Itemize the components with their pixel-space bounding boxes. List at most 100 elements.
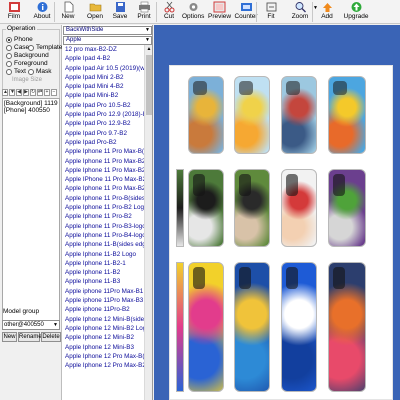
model-list-item[interactable]: Apple iphone 11Pro Max-B1: [63, 287, 144, 296]
toolbar-cut-button[interactable]: Cut: [160, 1, 178, 23]
radio-case[interactable]: Case: [6, 44, 29, 51]
image-size-button[interactable]: Image Size: [12, 77, 42, 83]
model-list-item[interactable]: Apple Iphone 12 Pro Max-B2 Logo: [63, 361, 144, 370]
model-list-item[interactable]: 12 pro max-B2-DZ: [63, 45, 144, 54]
print-sheet[interactable]: [169, 65, 393, 400]
chevron-down-icon: ▼: [53, 322, 58, 328]
model-list[interactable]: 12 pro max-B2-DZ Apple Ipad 4-B2 Apple Ipa…: [63, 45, 144, 400]
photo-skin-sunflower-girl[interactable]: [188, 76, 224, 154]
photo-skin-baby-santa[interactable]: [281, 169, 317, 247]
model-list-item[interactable]: Apple Iphone 11 Pro-B2 Logo: [63, 203, 144, 212]
scroll-up-icon[interactable]: ▲: [145, 45, 153, 53]
zoom-in-icon[interactable]: +: [44, 89, 50, 96]
photo-skin-girl-dog[interactable]: [234, 169, 270, 247]
model-list-item[interactable]: Apple Ipad Pro-B2: [63, 138, 144, 147]
model-list-item[interactable]: Apple Iphone 12 Mini-B3: [63, 343, 144, 352]
toolbar-film-button[interactable]: Film: [2, 1, 26, 23]
model-list-item[interactable]: Apple Iphone 11 Pro Max-B(sides: [63, 147, 144, 156]
skin-type-combo[interactable]: BackWithSide ▼: [63, 26, 152, 35]
delete-button[interactable]: Delete: [41, 332, 61, 342]
model-list-item[interactable]: Apple Ipad Pro 10.5-B2: [63, 101, 144, 110]
photo-skin-logo-blue[interactable]: [281, 262, 317, 392]
model-list-item[interactable]: Apple Ipad Mini 4-B2: [63, 82, 144, 91]
model-list-item[interactable]: Apple iphone 11Pro-B2: [63, 305, 144, 314]
toolbar-new-button[interactable]: New: [58, 1, 78, 23]
radio-mask[interactable]: Mask: [28, 68, 52, 75]
photo-skin-floral[interactable]: [328, 262, 366, 392]
rotate-icon[interactable]: ↻: [30, 89, 36, 96]
photo-skin-yellow-cartoon[interactable]: [328, 76, 366, 154]
model-list-item[interactable]: Apple Iphone 11-B3: [63, 277, 144, 286]
model-list-item[interactable]: Apple Iphone 12 Mini-B(sides edg: [63, 315, 144, 324]
layer-item[interactable]: [Phone] 400550: [4, 107, 58, 114]
model-group-select[interactable]: other@400550 ▼: [2, 320, 60, 330]
zoom-out-icon[interactable]: −: [51, 89, 57, 96]
arrow-left-icon[interactable]: ◀: [16, 89, 22, 96]
arrow-up-icon[interactable]: ▲: [2, 89, 8, 96]
design-canvas[interactable]: [154, 25, 400, 400]
camera-cutout-icon: [193, 174, 205, 196]
photo-skin-dog-side[interactable]: [188, 169, 224, 247]
photo-skin-blue-marble[interactable]: [234, 262, 270, 392]
model-list-item[interactable]: Apple Ipad 4-B2: [63, 54, 144, 63]
toolbar-counter-button[interactable]: Counter: [234, 1, 258, 23]
model-list-item[interactable]: Apple Ipad Air 10.5 (2019)(wifi): [63, 64, 144, 73]
side-edge-strip[interactable]: [176, 262, 184, 392]
arrow-right-icon[interactable]: ▶: [23, 89, 29, 96]
model-list-item[interactable]: Apple Ipad Pro 9.7-B2: [63, 129, 144, 138]
model-list-item[interactable]: Apple Ipad Mini-B2: [63, 91, 144, 100]
model-list-item[interactable]: Apple Iphone 12 Mini-B2: [63, 333, 144, 342]
radio-foreground[interactable]: Foreground: [6, 60, 48, 67]
model-list-item[interactable]: Apple Iphone 12 Pro Max-B(sides: [63, 352, 144, 361]
radio-text[interactable]: Text: [6, 68, 26, 75]
model-list-item[interactable]: Apple Iphone 11 Pro-B3-logo: [63, 222, 144, 231]
layer-item[interactable]: [Background] 1119: [4, 100, 58, 107]
model-list-item[interactable]: Apple Ipad Pro 12.9 (2018)-B2: [63, 110, 144, 119]
toolbar-add-button[interactable]: Add: [318, 1, 336, 23]
photo-skin-yellow-dress-girl[interactable]: [234, 76, 270, 154]
rename-button[interactable]: Rename: [18, 332, 42, 342]
model-list-item[interactable]: Apple Iphone 11 Pro-B2: [63, 212, 144, 221]
model-list-item[interactable]: Apple Iphone 11-B2: [63, 268, 144, 277]
photo-skin-family[interactable]: [281, 76, 317, 154]
toolbar-preview-button[interactable]: Preview: [208, 1, 231, 23]
toolbar-options-button[interactable]: Options: [182, 1, 204, 23]
new-button[interactable]: New: [2, 332, 17, 342]
toolbar-print-button[interactable]: Print: [134, 1, 154, 23]
toolbar-zoom-button[interactable]: Zoom ▼: [288, 1, 318, 23]
photo-skin-joker[interactable]: [328, 169, 366, 247]
radio-background[interactable]: Background: [6, 52, 49, 59]
model-list-scrollbar[interactable]: ▲: [144, 45, 152, 400]
model-list-item[interactable]: Apple Iphone 11-B2 Logo: [63, 250, 144, 259]
radio-template[interactable]: Template: [28, 44, 62, 51]
flip-icon[interactable]: ⇄: [37, 89, 43, 96]
toolbar-upgrade-button[interactable]: Upgrade: [342, 1, 370, 23]
chevron-down-icon: ▼: [145, 37, 150, 43]
model-list-item[interactable]: Apple Iphone 11 Pro Max-B2 Logo: [63, 166, 144, 175]
radio-phone[interactable]: Phone: [6, 36, 33, 43]
arrow-down-icon[interactable]: ▼: [9, 89, 15, 96]
brand-combo[interactable]: Apple ▼: [63, 36, 152, 45]
model-list-item[interactable]: Apple Iphone 11 Pro Max-B2: [63, 184, 144, 193]
model-list-item[interactable]: Apple Iphone 11-B2-1: [63, 259, 144, 268]
toolbar-open-button[interactable]: Open: [84, 1, 106, 23]
radio-indicator: [6, 68, 12, 75]
add-icon: [321, 1, 334, 13]
upgrade-icon: [350, 1, 363, 13]
photo-skin-abstract-side[interactable]: [188, 262, 224, 392]
model-list-item[interactable]: Apple Iphone 11 Pro-B(sides edg: [63, 194, 144, 203]
model-list-item[interactable]: Apple Iphone 11 Pro Max-B2 Logo: [63, 157, 144, 166]
model-list-item[interactable]: Apple IPhone 11 Pro Max-B2 Logo: [63, 175, 144, 184]
scroll-thumb[interactable]: [146, 55, 152, 115]
model-list-item[interactable]: Apple Iphone 12 Mini-B2 Logo: [63, 324, 144, 333]
layer-list[interactable]: [Background] 1119 [Phone] 400550: [2, 98, 60, 326]
side-edge-strip[interactable]: [176, 169, 184, 247]
toolbar-about-button[interactable]: About: [30, 1, 54, 23]
toolbar-fit-button[interactable]: Fit: [262, 1, 280, 23]
model-list-item[interactable]: Apple iphone 11Pro Max-B3: [63, 296, 144, 305]
model-list-item[interactable]: Apple Iphone 11 Pro-B4-logo: [63, 231, 144, 240]
model-list-item[interactable]: Apple Iphone 11-B(sides edges): [63, 240, 144, 249]
model-list-item[interactable]: Apple Ipad Mini 2-B2: [63, 73, 144, 82]
model-list-item[interactable]: Apple Ipad Pro 12.9-B2: [63, 119, 144, 128]
toolbar-save-button[interactable]: Save: [110, 1, 130, 23]
